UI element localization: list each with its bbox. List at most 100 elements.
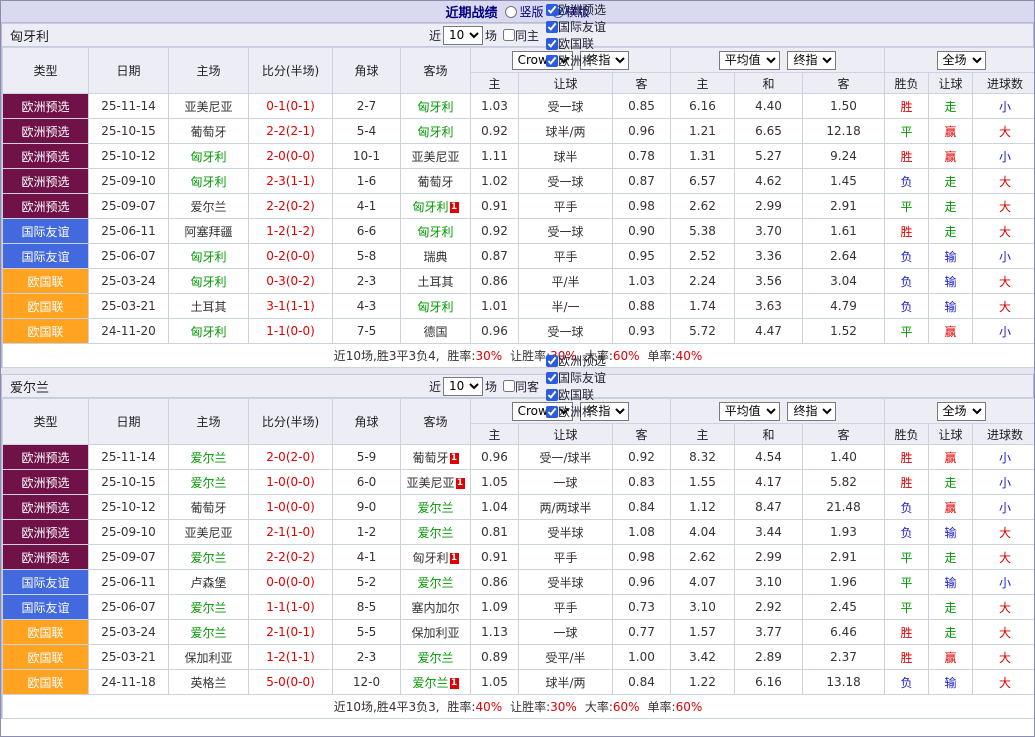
type-cell: 欧洲预选 (3, 495, 89, 520)
type-cell: 欧国联 (3, 645, 89, 670)
competition-checkbox[interactable] (546, 389, 558, 401)
competition-filter[interactable]: 欧国联 (546, 35, 606, 52)
avg-away-cell: 4.79 (803, 294, 885, 319)
corner-cell: 4-1 (333, 545, 401, 570)
avg-home-cell: 4.04 (671, 520, 735, 545)
scope-select[interactable]: 全场 (937, 51, 986, 70)
home-team-cell: 爱尔兰 (169, 445, 249, 470)
competition-filter[interactable]: 欧洲杯 (546, 403, 606, 420)
away-odds-cell: 0.93 (613, 319, 671, 344)
competition-filter[interactable]: 国际友谊 (546, 18, 606, 35)
goals-result-cell: 大 (973, 645, 1035, 670)
summary-prefix: 近10场,胜3平3负4, (334, 349, 440, 363)
competition-label: 欧洲杯 (558, 403, 594, 420)
team-name-text: 匈牙利 (412, 551, 448, 565)
goals-result-cell: 大 (973, 595, 1035, 620)
competition-checkbox[interactable] (546, 4, 558, 16)
date-cell: 24-11-18 (89, 670, 169, 695)
summary-stat: 胜率:40% (447, 700, 502, 714)
team-name-text: 爱尔兰 (417, 501, 453, 515)
match-row: 欧洲预选25-09-10匈牙利2-3(1-1)1-6葡萄牙1.02受一球0.87… (3, 169, 1035, 194)
home-team-cell: 英格兰 (169, 670, 249, 695)
away-team-cell: 土耳其 (401, 269, 471, 294)
competition-checkbox[interactable] (546, 355, 558, 367)
score-cell: 3-1(1-1) (249, 294, 333, 319)
team-name-text: 匈牙利 (417, 225, 453, 239)
team-name: 爱尔兰 (10, 377, 49, 396)
corner-cell: 9-0 (333, 495, 401, 520)
avg-draw-cell: 3.44 (735, 520, 803, 545)
handicap-result-cell: 输 (929, 670, 973, 695)
col-header-odds-handicap: 让球 (519, 73, 613, 94)
away-team-cell: 爱尔兰1 (401, 670, 471, 695)
competition-checkbox[interactable] (546, 406, 558, 418)
competition-checkbox[interactable] (546, 21, 558, 33)
competition-filter[interactable]: 欧洲预选 (546, 352, 606, 369)
team-name-text: 土耳其 (190, 300, 226, 314)
home-team-cell: 葡萄牙 (169, 119, 249, 144)
home-odds-cell: 1.04 (471, 495, 519, 520)
competition-filter[interactable]: 国际友谊 (546, 369, 606, 386)
col-header-avg-home: 主 (671, 424, 735, 445)
same-venue-checkbox[interactable] (503, 380, 515, 392)
competition-checkbox[interactable] (546, 372, 558, 384)
away-team-cell: 瑞典 (401, 244, 471, 269)
match-row: 欧国联24-11-20匈牙利1-1(0-0)7-5德国0.96受一球0.935.… (3, 319, 1035, 344)
col-header-avg-draw: 和 (735, 73, 803, 94)
section-header-bar: 匈牙利 近 10 场 同主 欧洲预选国际友谊欧国联欧洲杯 (2, 23, 1033, 47)
match-row: 欧国联25-03-21土耳其3-1(1-1)4-3匈牙利1.01半/一0.881… (3, 294, 1035, 319)
col-header-odds-away: 客 (613, 424, 671, 445)
avg-home-cell: 1.55 (671, 470, 735, 495)
filter-bar: 近 10 场 同客 欧洲预选国际友谊欧国联欧洲杯 (428, 352, 607, 420)
col-header-score: 比分(半场) (249, 399, 333, 445)
average-select[interactable]: 平均值 (719, 51, 780, 70)
avg-draw-cell: 2.99 (735, 545, 803, 570)
match-count-select[interactable]: 10 (443, 26, 483, 45)
summary-stat: 单率:60% (648, 700, 703, 714)
same-venue-filter[interactable]: 同客 (503, 378, 539, 395)
avg-mode-select[interactable]: 终指 (787, 402, 836, 421)
average-odds-controls: 平均值 终指 (671, 48, 885, 73)
corner-cell: 2-3 (333, 645, 401, 670)
avg-away-cell: 1.50 (803, 94, 885, 119)
same-venue-checkbox[interactable] (503, 29, 515, 41)
summary-stat-label: 胜率: (447, 700, 475, 714)
competition-checkbox[interactable] (546, 38, 558, 50)
result-cell: 胜 (885, 94, 929, 119)
date-cell: 25-03-21 (89, 645, 169, 670)
goals-result-cell: 大 (973, 119, 1035, 144)
competition-filter[interactable]: 欧洲预选 (546, 1, 606, 18)
score-cell: 2-2(0-2) (249, 545, 333, 570)
team-section: 匈牙利 近 10 场 同主 欧洲预选国际友谊欧国联欧洲杯 (1, 23, 1034, 368)
team-name-text: 爱尔兰 (190, 626, 226, 640)
away-team-cell: 葡萄牙1 (401, 445, 471, 470)
avg-home-cell: 5.72 (671, 319, 735, 344)
summary-stat-value: 60% (613, 700, 640, 714)
team-name-text: 匈牙利 (417, 100, 453, 114)
handicap-result-cell: 输 (929, 294, 973, 319)
avg-draw-cell: 3.36 (735, 244, 803, 269)
date-cell: 25-09-07 (89, 194, 169, 219)
away-team-cell: 匈牙利1 (401, 545, 471, 570)
score-cell: 1-1(1-0) (249, 595, 333, 620)
summary-stat: 大率:60% (585, 700, 640, 714)
competition-label: 欧国联 (558, 386, 594, 403)
home-team-cell: 葡萄牙 (169, 495, 249, 520)
competition-filter[interactable]: 欧洲杯 (546, 52, 606, 69)
competition-filter[interactable]: 欧国联 (546, 386, 606, 403)
match-count-select[interactable]: 10 (443, 377, 483, 396)
match-row: 欧国联25-03-24匈牙利0-3(0-2)2-3土耳其0.86平/半1.032… (3, 269, 1035, 294)
corner-cell: 6-6 (333, 219, 401, 244)
handicap-cell: 受半球 (519, 570, 613, 595)
same-venue-filter[interactable]: 同主 (503, 27, 539, 44)
handicap-cell: 平手 (519, 595, 613, 620)
avg-mode-select[interactable]: 终指 (787, 51, 836, 70)
competition-checkbox[interactable] (546, 55, 558, 67)
scope-select[interactable]: 全场 (937, 402, 986, 421)
corner-cell: 4-1 (333, 194, 401, 219)
handicap-result-cell: 赢 (929, 445, 973, 470)
team-name: 匈牙利 (10, 26, 49, 45)
date-cell: 25-03-21 (89, 294, 169, 319)
avg-draw-cell: 4.54 (735, 445, 803, 470)
average-select[interactable]: 平均值 (719, 402, 780, 421)
